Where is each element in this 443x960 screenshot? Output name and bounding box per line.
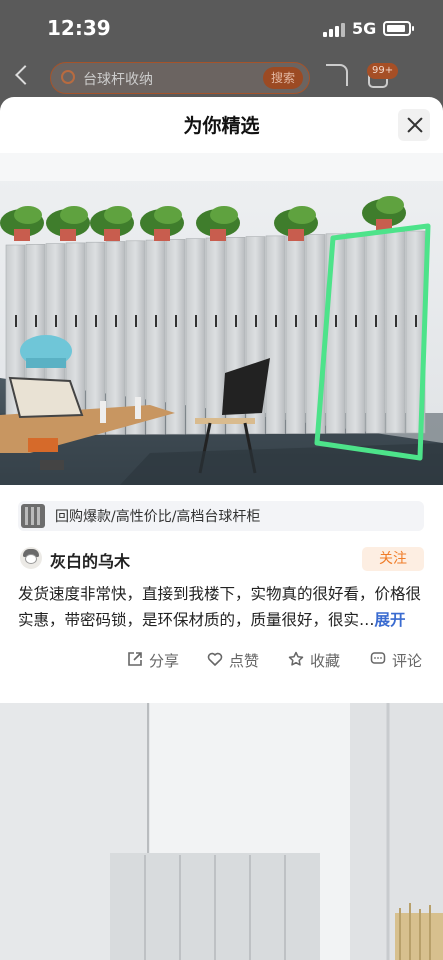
background-search-button: 搜索 (263, 67, 303, 89)
signal-icon (323, 23, 345, 37)
back-icon (15, 65, 35, 85)
search-icon (61, 70, 75, 84)
collect-icon (288, 651, 304, 666)
product-tag[interactable]: 回购爆款/高性价比/高档台球杆柜 (18, 501, 424, 531)
review-line-2: 实惠，带密码锁，是环保材质的，质量很好，很实… (18, 611, 375, 629)
review-photo[interactable] (0, 153, 443, 485)
background-nav: 台球杆收纳 搜索 99+ (0, 58, 443, 100)
collect-label: 收藏 (310, 652, 341, 670)
like-button[interactable]: 点赞 (207, 648, 265, 672)
background-search-query: 台球杆收纳 (83, 72, 153, 88)
comment-button[interactable]: 评论 (370, 648, 428, 672)
share-icon (128, 652, 142, 666)
comment-icon (370, 652, 386, 664)
close-button[interactable] (398, 109, 430, 141)
review-line-1: 发货速度非常快，直接到我楼下，实物真的很好看，价格很 (18, 585, 422, 603)
share-label: 分享 (149, 652, 180, 670)
cart-badge: 99+ (367, 63, 399, 79)
author-row: 灰白的乌木 关注 (18, 545, 424, 575)
like-icon (207, 652, 223, 666)
comment-label: 评论 (392, 652, 423, 670)
battery-icon (383, 21, 414, 36)
background-search-bar: 台球杆收纳 搜索 (50, 62, 310, 94)
product-title: 回购爆款/高性价比/高档台球杆柜 (55, 509, 261, 525)
expand-link[interactable]: 展开 (375, 611, 406, 629)
share-button[interactable]: 分享 (127, 648, 183, 672)
network-type: 5G (352, 19, 377, 38)
product-thumbnail (21, 504, 45, 528)
review-text: 发货速度非常快，直接到我楼下，实物真的很好看，价格很 实惠，带密码锁，是环保材质… (18, 581, 428, 633)
background-share-icon (326, 64, 348, 86)
status-bar: 12:39 5G (0, 0, 443, 58)
like-label: 点赞 (229, 652, 260, 670)
collect-button[interactable]: 收藏 (288, 648, 346, 672)
recommendation-sheet: 为你精选 回购爆款/高性价比/高档台球杆柜 灰白的乌木 关注 发货速度非常快，直… (0, 97, 443, 960)
next-review-photo[interactable] (0, 703, 443, 960)
avatar[interactable] (20, 547, 42, 569)
status-time: 12:39 (47, 16, 111, 40)
author-name[interactable]: 灰白的乌木 (50, 548, 130, 572)
screen: 12:39 5G 台球杆收纳 搜索 99+ 为你精选 回购爆款/高性价比/高档台… (0, 0, 443, 960)
follow-button[interactable]: 关注 (362, 547, 424, 571)
action-bar: 分享 点赞 收藏 评论 (0, 648, 443, 672)
sheet-title: 为你精选 (183, 115, 260, 137)
